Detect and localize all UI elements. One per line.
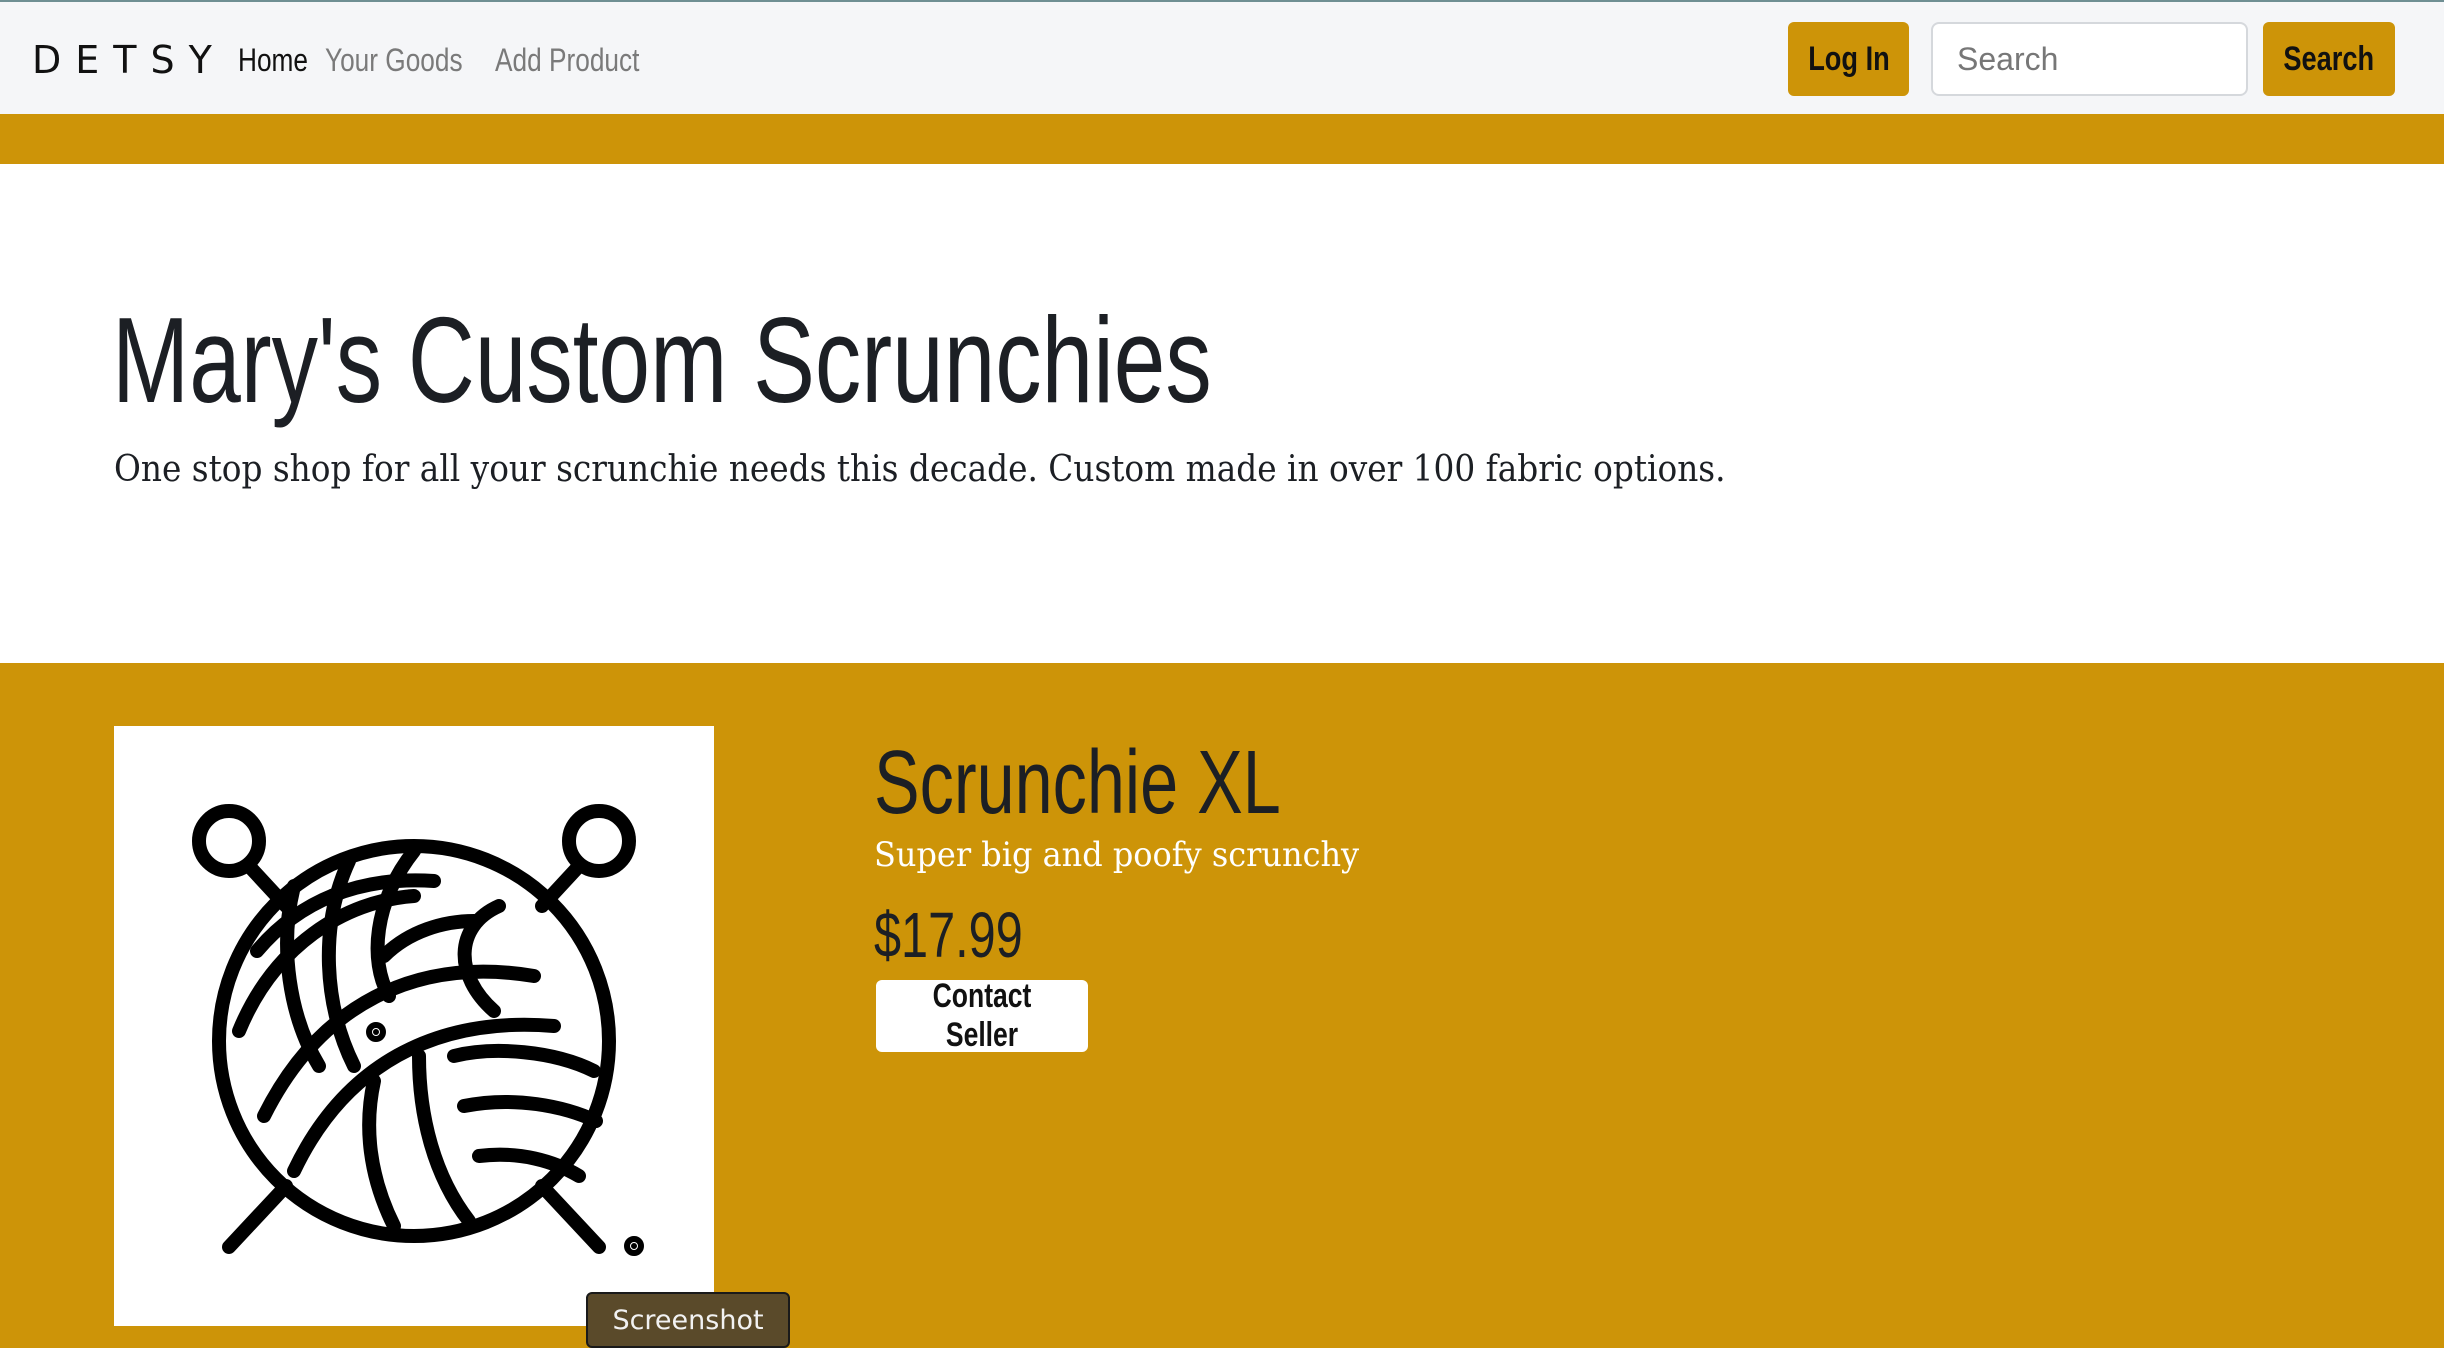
login-button[interactable]: Log In <box>1788 22 1909 96</box>
nav-link-home[interactable]: Home <box>238 42 308 79</box>
search-button[interactable]: Search <box>2263 22 2395 96</box>
screenshot-tooltip: Screenshot <box>586 1292 790 1348</box>
contact-seller-label: Contact Seller <box>932 977 1032 1054</box>
yarn-ball-with-needles-icon <box>192 804 644 1256</box>
login-button-label: Log In <box>1807 39 1890 78</box>
nav-link-add-product[interactable]: Add Product <box>495 42 639 79</box>
product-image <box>114 726 714 1326</box>
product-price: $17.99 <box>874 899 1023 971</box>
nav-link-your-goods[interactable]: Your Goods <box>325 42 463 79</box>
shop-subtitle: One stop shop for all your scrunchie nee… <box>114 449 1726 490</box>
accent-strip <box>0 114 2444 164</box>
product-card: Scrunchie XL Super big and poofy scrunch… <box>0 663 2444 1348</box>
product-name: Scrunchie XL <box>874 733 1281 833</box>
product-description: Super big and poofy scrunchy <box>874 835 1360 875</box>
search-input[interactable] <box>1931 22 2248 96</box>
nav-links: Home Your Goods Add Product <box>238 36 641 84</box>
contact-seller-button[interactable]: Contact Seller <box>876 977 1088 1054</box>
search-button-label: Search <box>2283 39 2375 78</box>
shop-title: Mary's Custom Scrunchies <box>112 292 1212 428</box>
navbar: DETSY Home Your Goods Add Product Log In… <box>0 2 2444 114</box>
brand-logo[interactable]: DETSY <box>32 38 226 82</box>
